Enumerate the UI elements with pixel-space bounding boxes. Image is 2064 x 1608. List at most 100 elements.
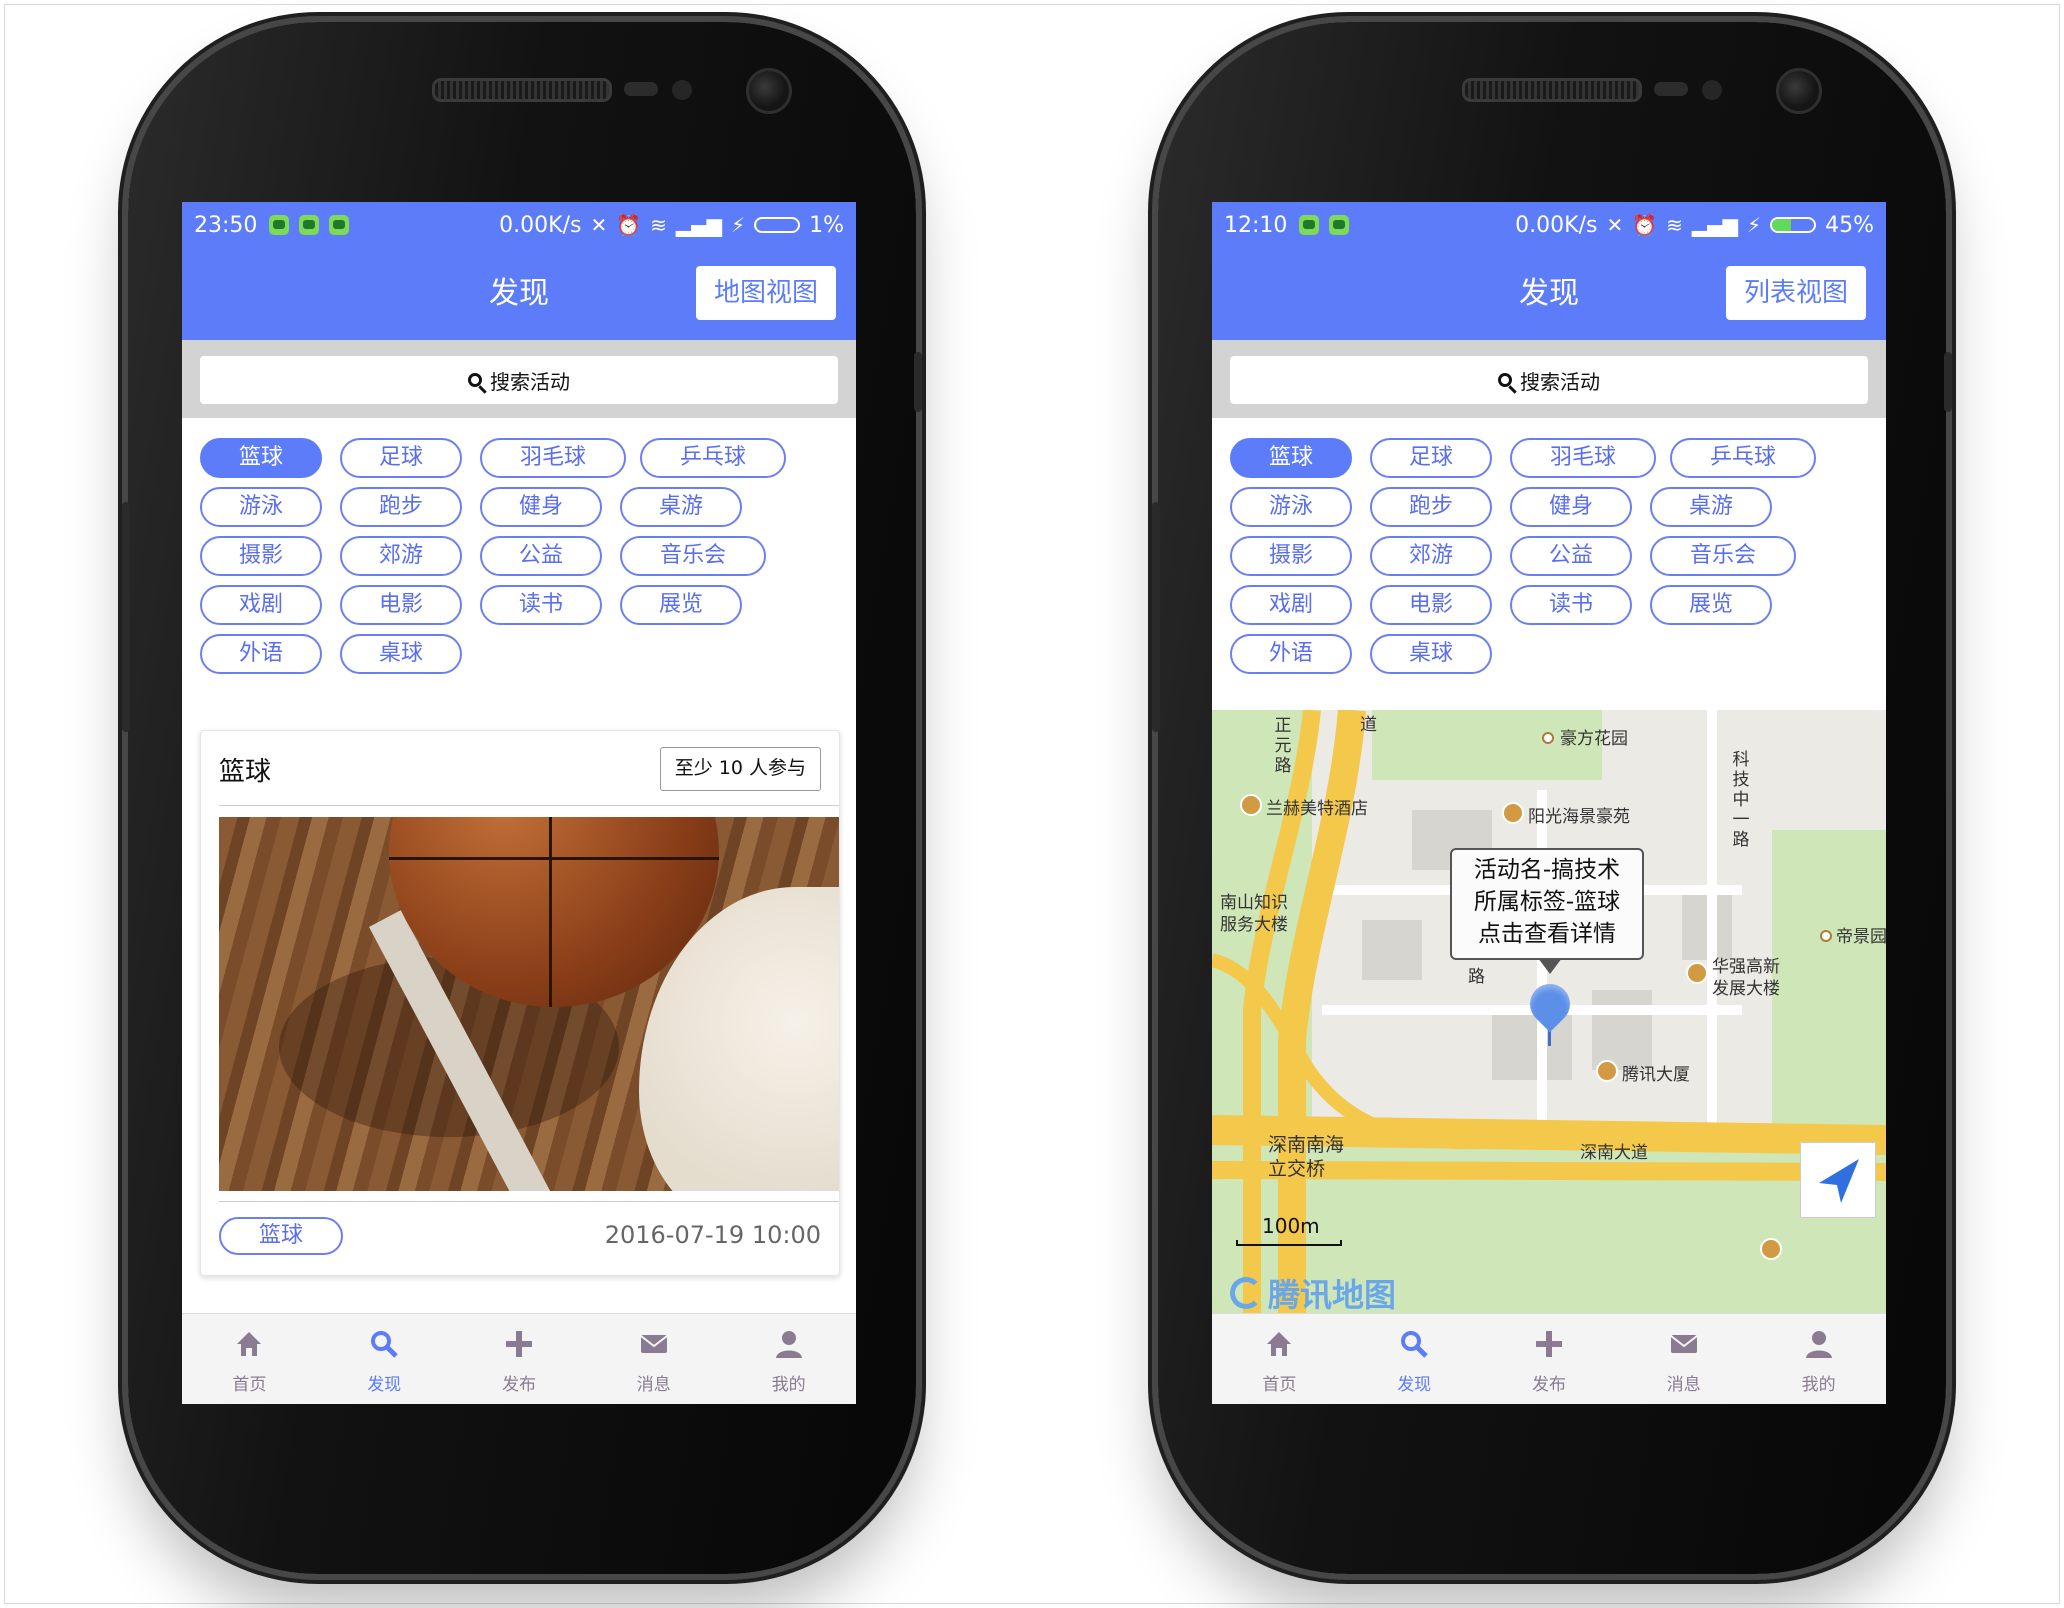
tag-chip[interactable]: 桌游 [620, 487, 742, 527]
tag-chip[interactable]: 音乐会 [620, 536, 766, 576]
callout-tag: 所属标签-篮球 [1473, 889, 1621, 915]
tag-chip[interactable]: 游泳 [200, 487, 322, 527]
divider [219, 805, 839, 806]
tag-chip[interactable]: 音乐会 [1650, 536, 1796, 576]
map-label-huaqiang-2: 发展大楼 [1712, 979, 1780, 999]
tag-chip[interactable]: 足球 [340, 438, 462, 478]
tag-chip[interactable]: 跑步 [1370, 487, 1492, 527]
tag-chip[interactable]: 摄影 [1230, 536, 1352, 576]
speaker-grille [432, 78, 612, 102]
tag-chip[interactable]: 外语 [200, 634, 322, 674]
network-speed: 0.00K/s [499, 212, 582, 238]
power-button [1944, 352, 1952, 412]
tag-chip[interactable]: 公益 [1510, 536, 1632, 576]
tag-chip[interactable]: 篮球 [1230, 438, 1352, 478]
app-bar: 发现 地图视图 [182, 248, 856, 340]
tab-item[interactable]: 发现 [317, 1314, 452, 1404]
phone-right: 12:10 0.00K/s ✕ ⏰ ≋ ▂▄▆ ⚡ 45% 发现 列表视图 搜索… [1152, 22, 1952, 1574]
activity-callout[interactable]: 活动名-搞技术 所属标签-篮球 点击查看详情 [1450, 848, 1644, 974]
search-placeholder: 搜索活动 [490, 369, 570, 394]
poi-bell-icon [1686, 962, 1708, 984]
map-label-shennan-ave: 深南大道 [1580, 1143, 1648, 1163]
tag-chip[interactable]: 乒乓球 [1670, 438, 1816, 478]
tag-chip[interactable]: 篮球 [200, 438, 322, 478]
volume-button [122, 502, 130, 732]
tab-item[interactable]: 我的 [721, 1314, 856, 1404]
search-icon [468, 373, 482, 387]
tag-chip[interactable]: 跑步 [340, 487, 462, 527]
tag-chip[interactable]: 羽毛球 [480, 438, 626, 478]
map-label-interchange-2: 立交桥 [1268, 1158, 1326, 1180]
tag-chip[interactable]: 戏剧 [200, 585, 322, 625]
tag-chip[interactable]: 乒乓球 [640, 438, 786, 478]
list-view-button[interactable]: 列表视图 [1725, 266, 1866, 320]
tag-chip[interactable]: 桌球 [340, 634, 462, 674]
bottom-tab-bar: 首页 发现 发布 消息 我的 [1212, 1313, 1886, 1404]
tab-label: 首页 [1262, 1375, 1297, 1395]
card-tag[interactable]: 篮球 [219, 1217, 343, 1255]
tag-chip[interactable]: 郊游 [340, 536, 462, 576]
tab-item[interactable]: 消息 [1616, 1314, 1751, 1404]
callout-activity-name: 活动名-搞技术 [1473, 857, 1621, 883]
tag-chip[interactable]: 足球 [1370, 438, 1492, 478]
vibrate-off-icon: ✕ [1606, 213, 1624, 237]
map-label-haofang: 豪方花园 [1560, 729, 1628, 749]
activity-card[interactable]: 篮球 至少 10 人参与 篮球 2016-07-19 10:00 [200, 730, 840, 1276]
search-placeholder: 搜索活动 [1520, 369, 1600, 394]
map-label-interchange-1: 深南南海 [1268, 1134, 1345, 1156]
map-view-button[interactable]: 地图视图 [695, 266, 836, 320]
tab-label: 发现 [367, 1375, 402, 1395]
light-sensor [1702, 80, 1722, 100]
tag-chip[interactable]: 郊游 [1370, 536, 1492, 576]
search-input[interactable]: 搜索活动 [200, 356, 838, 404]
app-notification-icon [329, 215, 350, 235]
tab-label: 我的 [771, 1375, 806, 1395]
tag-chip[interactable]: 展览 [620, 585, 742, 625]
home-icon [237, 1332, 262, 1356]
volume-button [1152, 502, 1160, 732]
power-button [914, 352, 922, 412]
search-input[interactable]: 搜索活动 [1230, 356, 1868, 404]
tab-item[interactable]: 发布 [1482, 1314, 1617, 1404]
battery-percent: 45% [1825, 212, 1874, 238]
tag-chip[interactable]: 健身 [480, 487, 602, 527]
tab-item[interactable]: 发现 [1347, 1314, 1482, 1404]
tag-chip[interactable]: 读书 [1510, 585, 1632, 625]
tab-label: 我的 [1801, 1375, 1836, 1395]
tag-chip[interactable]: 桌球 [1370, 634, 1492, 674]
tab-item[interactable]: 我的 [1751, 1314, 1886, 1404]
search-area: 搜索活动 [1212, 340, 1886, 418]
tab-item[interactable]: 发布 [452, 1314, 587, 1404]
tag-chip[interactable]: 展览 [1650, 585, 1772, 625]
speaker-grille [1462, 78, 1642, 102]
tag-chip[interactable]: 读书 [480, 585, 602, 625]
map-label-road: 路 [1468, 967, 1485, 987]
plus-icon [1535, 1331, 1562, 1357]
tag-chip[interactable]: 桌游 [1650, 487, 1772, 527]
plus-icon [505, 1331, 532, 1357]
app-notification-icon [269, 215, 290, 235]
tab-label: 发布 [1531, 1375, 1566, 1395]
map-brand: 腾讯地图 [1230, 1270, 1396, 1314]
battery-percent: 1% [809, 212, 844, 238]
tab-item[interactable]: 首页 [182, 1314, 317, 1404]
tag-chip[interactable]: 游泳 [1230, 487, 1352, 527]
map-view[interactable]: 豪方花园 兰赫美特酒店 阳光海景豪苑 南山知识 服务大楼 帝景园 华强高新 发展… [1212, 710, 1886, 1314]
tag-chip[interactable]: 摄影 [200, 536, 322, 576]
tag-chip[interactable]: 公益 [480, 536, 602, 576]
map-building [1592, 990, 1652, 1070]
map-label-zhengyuanlu: 正元路 [1274, 716, 1292, 776]
map-scale-bar [1236, 1240, 1342, 1246]
tab-item[interactable]: 首页 [1212, 1314, 1347, 1404]
tag-chip[interactable]: 戏剧 [1230, 585, 1352, 625]
tag-chip[interactable]: 电影 [340, 585, 462, 625]
ball-seam [549, 817, 552, 1007]
tab-item[interactable]: 消息 [586, 1314, 721, 1404]
tag-chip[interactable]: 羽毛球 [1510, 438, 1656, 478]
mail-icon [640, 1335, 668, 1353]
phone-left: 23:50 0.00K/s ✕ ⏰ ≋ ▂▄▆ ⚡ 1% 发现 地图视图 搜索活… [122, 22, 922, 1574]
tag-chip[interactable]: 外语 [1230, 634, 1352, 674]
tag-chip[interactable]: 健身 [1510, 487, 1632, 527]
locate-button[interactable] [1800, 1142, 1876, 1218]
tag-chip[interactable]: 电影 [1370, 585, 1492, 625]
